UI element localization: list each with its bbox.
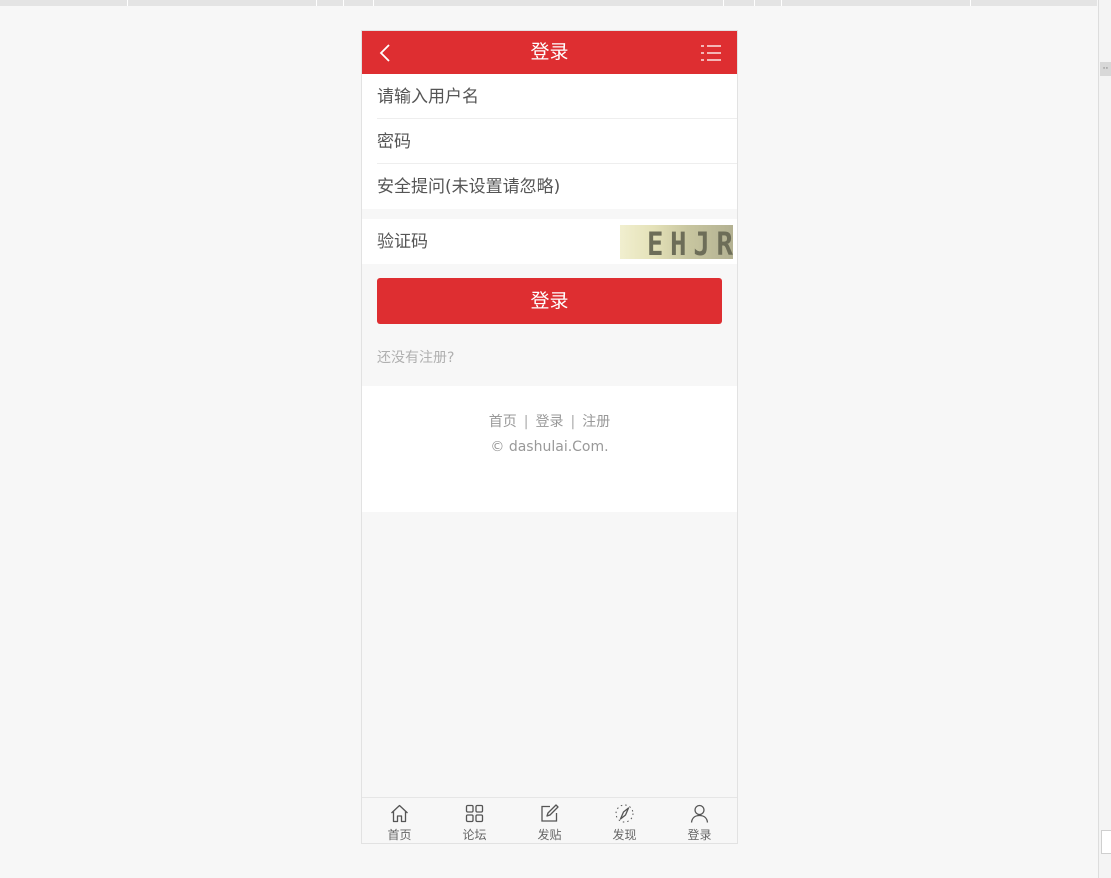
browser-top-strip xyxy=(0,0,1097,6)
captcha-input[interactable] xyxy=(377,219,607,264)
footer-link-register[interactable]: 注册 xyxy=(582,414,610,430)
register-link[interactable]: 还没有注册? xyxy=(377,347,454,367)
footer-separator: | xyxy=(570,414,576,430)
footer-links: 首页 | 登录 | 注册 xyxy=(362,411,737,431)
password-input[interactable] xyxy=(377,119,727,164)
captcha-text: EHJR xyxy=(647,225,733,259)
captcha-row: EHJR xyxy=(362,219,737,264)
security-question-select[interactable] xyxy=(377,164,727,209)
tab-label: 发贴 xyxy=(537,828,562,842)
tab-login[interactable]: 登录 xyxy=(662,798,737,844)
page-title: 登录 xyxy=(530,41,569,63)
tab-post[interactable]: 发贴 xyxy=(512,798,587,844)
header-bar: 登录 xyxy=(362,31,737,74)
login-button[interactable]: 登录 xyxy=(377,278,722,324)
password-row xyxy=(362,119,737,164)
tab-forum[interactable]: 论坛 xyxy=(437,798,512,844)
tab-label: 论坛 xyxy=(462,828,487,842)
edit-icon xyxy=(541,804,559,822)
devtools-edge xyxy=(1098,0,1111,878)
tab-label: 登录 xyxy=(687,828,712,842)
more-icon[interactable]: ·· xyxy=(1100,62,1111,76)
security-question-row xyxy=(362,164,737,209)
footer-separator: | xyxy=(523,414,529,430)
tab-discover[interactable]: 发现 xyxy=(587,798,662,844)
compass-icon xyxy=(615,804,634,823)
copyright: © dashulai.Com. xyxy=(490,439,609,455)
username-input[interactable] xyxy=(377,74,727,119)
tab-label: 发现 xyxy=(612,828,637,842)
tab-label: 首页 xyxy=(387,828,412,842)
tab-home[interactable]: 首页 xyxy=(362,798,437,844)
mobile-viewport: 登录 EHJR 登录 还没有注册? 首页 | 登录 | 注册 © dashulai.Co… xyxy=(361,30,738,844)
captcha-image[interactable]: EHJR xyxy=(620,225,733,259)
side-tab[interactable] xyxy=(1101,830,1111,854)
menu-list-icon[interactable] xyxy=(700,43,722,63)
bottom-tabbar: 首页 论坛 发贴 发现 登录 xyxy=(362,797,737,843)
home-icon xyxy=(391,804,408,823)
footer-link-login[interactable]: 登录 xyxy=(536,414,564,430)
username-row xyxy=(362,74,737,119)
grid-icon xyxy=(465,804,484,823)
user-icon xyxy=(690,804,709,823)
footer-link-home[interactable]: 首页 xyxy=(489,414,517,430)
footer: 首页 | 登录 | 注册 © dashulai.Com. xyxy=(362,386,737,512)
